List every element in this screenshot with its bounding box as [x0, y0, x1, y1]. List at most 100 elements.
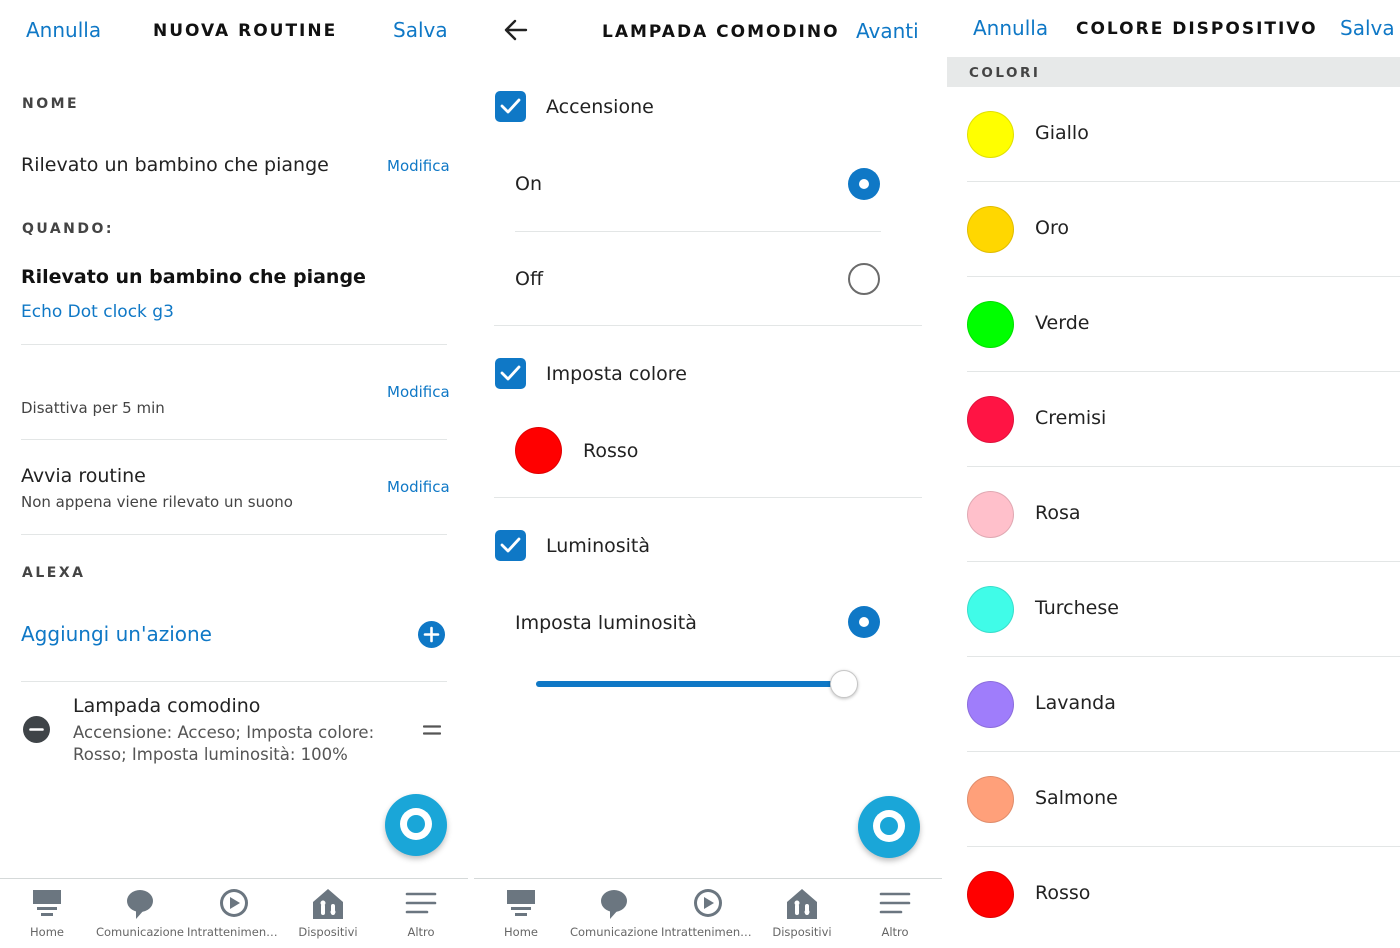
nav-entertainment[interactable]: Intratteniment...	[187, 879, 281, 948]
colors-section-header: COLORI	[947, 57, 1400, 87]
color-option[interactable]: Giallo	[947, 87, 1400, 182]
slider-thumb[interactable]	[830, 670, 858, 698]
brightness-checkbox[interactable]	[495, 530, 526, 561]
nav-devices[interactable]: Dispositivi	[281, 879, 375, 948]
action-description-line1: Accensione: Acceso; Imposta colore:	[73, 723, 375, 742]
home-icon	[33, 890, 61, 916]
set-brightness-label: Imposta luminosità	[515, 612, 697, 634]
nav-label: Altro	[881, 925, 909, 939]
color-option[interactable]: Rosso	[947, 847, 1400, 942]
nav-label: Home	[30, 925, 64, 939]
smart-home-icon	[787, 889, 817, 919]
nav-label: Home	[504, 925, 538, 939]
color-name: Verde	[1035, 312, 1090, 334]
edit-snooze-button[interactable]: Modifica	[387, 383, 450, 401]
color-option[interactable]: Salmone	[947, 752, 1400, 847]
color-option[interactable]: Lavanda	[947, 657, 1400, 752]
selected-color-swatch[interactable]	[515, 427, 562, 474]
nav-label: Comunicazione	[95, 925, 185, 939]
off-radio[interactable]	[848, 263, 880, 295]
alexa-section-label: ALEXA	[22, 565, 86, 581]
color-name: Oro	[1035, 217, 1069, 239]
color-name: Cremisi	[1035, 407, 1107, 429]
back-arrow-icon[interactable]	[503, 17, 529, 47]
color-swatch	[967, 681, 1014, 728]
chat-bubble-icon	[127, 890, 153, 919]
slider-fill	[536, 681, 844, 687]
divider	[21, 534, 447, 535]
drag-handle-icon[interactable]	[422, 722, 442, 741]
device-color-panel: Annulla COLORE DISPOSITIVO Salva COLORI …	[947, 0, 1400, 948]
add-action-icon[interactable]	[418, 621, 445, 648]
color-swatch	[967, 491, 1014, 538]
color-option[interactable]: Verde	[947, 277, 1400, 372]
save-button[interactable]: Salva	[1340, 16, 1395, 40]
nav-label: Intratteniment...	[187, 925, 281, 939]
bottom-nav: Home Comunicazione Intratteniment... Dis…	[0, 878, 468, 948]
cancel-button[interactable]: Annulla	[26, 18, 101, 42]
nav-more[interactable]: Altro	[374, 879, 468, 948]
edit-name-button[interactable]: Modifica	[387, 157, 450, 175]
color-option[interactable]: Cremisi	[947, 372, 1400, 467]
chat-bubble-icon	[601, 890, 627, 919]
play-icon	[694, 889, 722, 917]
alexa-button-icon[interactable]	[385, 794, 447, 856]
color-name: Giallo	[1035, 122, 1089, 144]
color-option[interactable]: Oro	[947, 182, 1400, 277]
colors-section-label: COLORI	[969, 65, 1041, 81]
on-radio[interactable]	[848, 168, 880, 200]
nav-home[interactable]: Home	[0, 879, 94, 948]
action-title[interactable]: Lampada comodino	[73, 695, 260, 717]
edit-start-button[interactable]: Modifica	[387, 478, 450, 496]
bottom-nav: Home Comunicazione Intratteniment... Dis…	[474, 878, 942, 948]
divider	[494, 497, 922, 498]
nav-entertainment[interactable]: Intratteniment...	[661, 879, 755, 948]
off-option-label: Off	[515, 268, 544, 290]
divider	[21, 344, 447, 345]
page-title: NUOVA ROUTINE	[153, 21, 338, 41]
color-option[interactable]: Rosa	[947, 467, 1400, 562]
page-title: LAMPADA COMODINO	[602, 22, 840, 42]
nav-label: Intratteniment...	[661, 925, 755, 939]
brightness-label: Luminosità	[546, 535, 651, 557]
color-swatch	[967, 396, 1014, 443]
alexa-button-icon[interactable]	[858, 796, 920, 858]
remove-action-icon[interactable]	[23, 716, 50, 743]
brightness-slider[interactable]	[536, 670, 858, 698]
nav-more[interactable]: Altro	[848, 879, 942, 948]
nav-communication[interactable]: Comunicazione	[93, 879, 187, 948]
save-button[interactable]: Salva	[393, 18, 448, 42]
nav-label: Dispositivi	[772, 925, 832, 939]
nav-label: Dispositivi	[298, 925, 358, 939]
power-label: Accensione	[546, 96, 654, 118]
start-routine-subtitle: Non appena viene rilevato un suono	[21, 493, 293, 511]
trigger-device-link[interactable]: Echo Dot clock g3	[21, 302, 174, 322]
name-section-label: NOME	[22, 96, 80, 112]
divider	[515, 231, 881, 232]
cancel-button[interactable]: Annulla	[973, 16, 1048, 40]
home-icon	[507, 890, 535, 916]
nav-devices[interactable]: Dispositivi	[755, 879, 849, 948]
page-title: COLORE DISPOSITIVO	[1076, 19, 1318, 39]
color-option[interactable]: Turchese	[947, 562, 1400, 657]
snooze-text: Disattiva per 5 min	[21, 399, 165, 417]
color-swatch	[967, 776, 1014, 823]
menu-icon	[405, 892, 437, 914]
color-checkbox[interactable]	[495, 358, 526, 389]
color-swatch	[967, 206, 1014, 253]
nav-home[interactable]: Home	[474, 879, 568, 948]
nav-label: Comunicazione	[569, 925, 659, 939]
nav-label: Altro	[407, 925, 435, 939]
lamp-settings-panel: LAMPADA COMODINO Avanti Accensione On Of…	[474, 0, 942, 948]
power-checkbox[interactable]	[495, 91, 526, 122]
add-action-link[interactable]: Aggiungi un'azione	[21, 622, 212, 646]
color-name: Rosa	[1035, 502, 1081, 524]
selected-color-name[interactable]: Rosso	[583, 440, 638, 462]
color-swatch	[967, 111, 1014, 158]
next-button[interactable]: Avanti	[856, 19, 919, 43]
color-swatch	[967, 586, 1014, 633]
set-brightness-radio[interactable]	[848, 606, 880, 638]
trigger-title[interactable]: Rilevato un bambino che piange	[21, 266, 366, 288]
play-icon	[220, 889, 248, 917]
nav-communication[interactable]: Comunicazione	[567, 879, 661, 948]
